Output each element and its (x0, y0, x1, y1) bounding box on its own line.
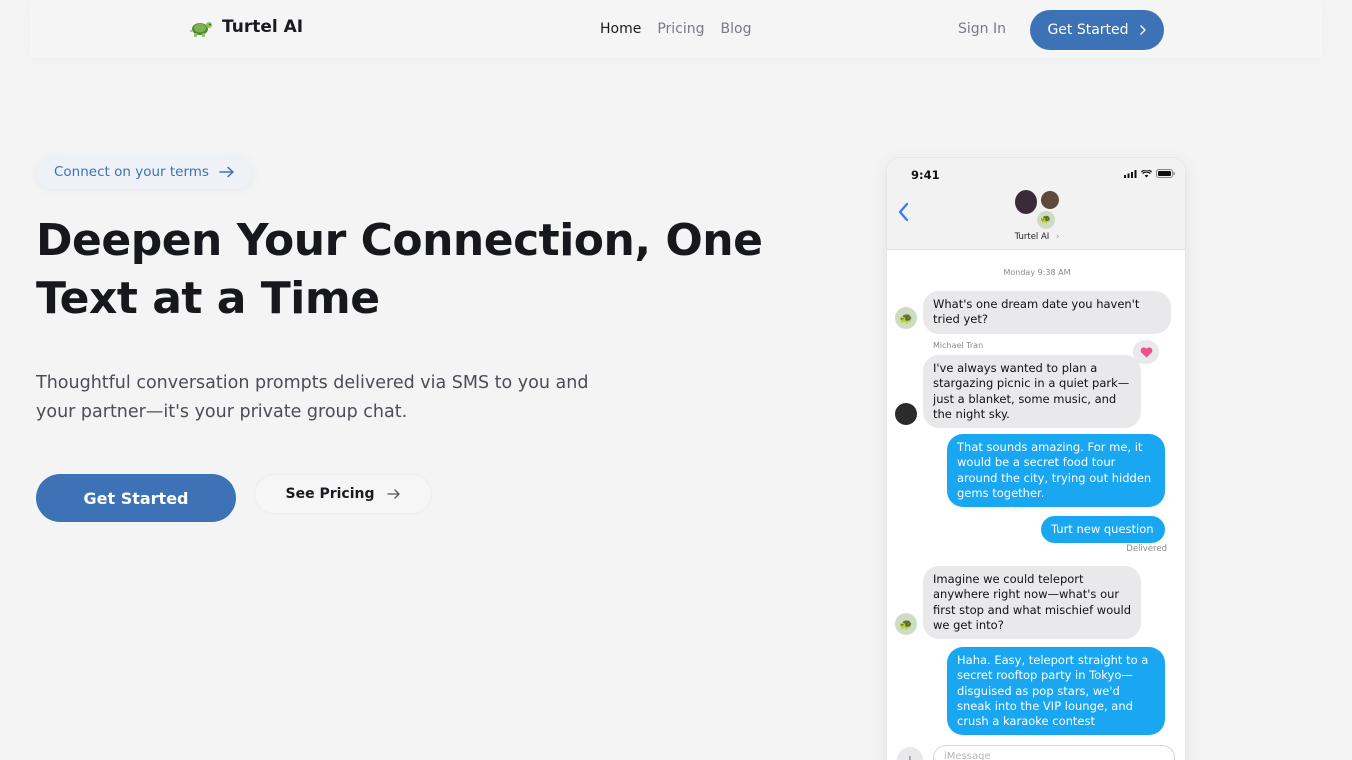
hero-subtitle: Thoughtful conversation prompts delivere… (36, 369, 636, 427)
avatar: 🐢 (1037, 211, 1055, 229)
nav-get-started-label: Get Started (1047, 22, 1129, 38)
message-bubble: Imagine we could teleport anywhere right… (923, 566, 1141, 640)
partner-avatar (895, 403, 917, 425)
brand-name: Turtel AI (222, 17, 304, 37)
message-bubble: What's one dream date you haven't tried … (923, 291, 1171, 334)
arrow-right-icon (386, 489, 400, 499)
nav-link-blog[interactable]: Blog (721, 21, 752, 37)
chevron-right-icon (1139, 25, 1146, 35)
see-pricing-label: See Pricing (285, 486, 375, 502)
hero-headline-line-1: Deepen Your Connection, One (36, 215, 763, 266)
avatar (1041, 191, 1059, 209)
wifi-icon (1141, 169, 1152, 177)
battery-icon (1156, 169, 1175, 178)
brand[interactable]: Turtel AI (188, 14, 303, 40)
message-sender: Michael Tran (933, 341, 984, 350)
bot-avatar: 🐢 (895, 307, 917, 329)
see-pricing-button[interactable]: See Pricing (254, 474, 432, 514)
nav-link-pricing[interactable]: Pricing (657, 21, 704, 37)
bot-avatar: 🐢 (895, 613, 917, 635)
arrow-right-icon (219, 166, 234, 178)
message-bubble: I've always wanted to plan a stargazing … (923, 355, 1141, 429)
nav-links: Home Pricing Blog (600, 21, 752, 37)
plus-icon[interactable]: + (897, 747, 923, 760)
conversation-date: Monday 9:38 AM (1003, 268, 1071, 277)
conversation-name[interactable]: Turtel AI › (887, 232, 1185, 242)
nav-link-home[interactable]: Home (600, 21, 641, 37)
status-bar-time: 9:41 (911, 168, 940, 182)
group-avatars: 🐢 (1013, 188, 1063, 232)
hero-subtitle-line-2: your partner—it's your private group cha… (36, 402, 408, 422)
hero-subtitle-line-1: Thoughtful conversation prompts delivere… (36, 373, 589, 393)
nav-get-started-button[interactable]: Get Started (1030, 10, 1164, 50)
delivery-status: Delivered (1126, 544, 1167, 554)
sign-in-link[interactable]: Sign In (958, 21, 1006, 37)
announcement-pill-label: Connect on your terms (54, 164, 209, 180)
avatar (1015, 190, 1037, 214)
chevron-right-icon: › (1056, 232, 1060, 242)
phone-mockup: 9:41 🐢 Turtel AI › Monday 9:38 AM 🐢 What… (886, 157, 1186, 760)
message-bubble: Haha. Easy, teleport straight to a secre… (947, 647, 1165, 736)
conversation-name-label: Turtel AI (1014, 232, 1050, 242)
message-bubble: Turt new question (1041, 516, 1165, 544)
chevron-left-icon[interactable] (897, 202, 909, 222)
message-bubble: That sounds amazing. For me, it would be… (947, 434, 1165, 508)
phone-header: 9:41 🐢 Turtel AI › (887, 158, 1185, 250)
announcement-pill[interactable]: Connect on your terms (36, 155, 253, 189)
hero-headline: Deepen Your Connection, One Text at a Ti… (36, 212, 796, 328)
heart-icon (1140, 346, 1152, 357)
hero-get-started-button[interactable]: Get Started (36, 474, 236, 522)
status-bar-icons (1124, 169, 1175, 178)
signal-icon (1124, 169, 1137, 178)
message-input[interactable]: iMessage (933, 745, 1175, 760)
top-nav: Turtel AI Home Pricing Blog Sign In Get … (36, 10, 1320, 50)
turtle-logo-icon (189, 22, 212, 37)
hero-headline-line-2: Text at a Time (36, 273, 380, 324)
